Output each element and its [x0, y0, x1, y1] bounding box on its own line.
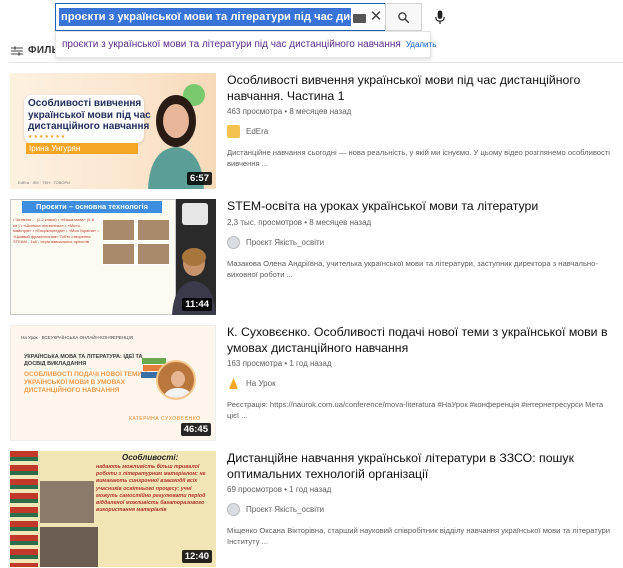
slide-text: надають можливість більш тривалої роботи…: [96, 464, 206, 514]
video-duration: 6:57: [186, 172, 212, 185]
partner-logos: EdEra · ЛМ · ТЕН · ГОВОРИ: [18, 180, 70, 185]
search-suggestion[interactable]: проєкти з української мови та літератури…: [55, 31, 436, 58]
search-icon: [398, 11, 410, 23]
suggestion-text[interactable]: проєкти з української мови та літератури…: [62, 39, 401, 50]
channel-link[interactable]: EdEra: [227, 125, 617, 138]
slide-photo: [102, 243, 135, 265]
classroom-photo: [40, 481, 94, 523]
filter-icon: [11, 46, 23, 55]
thumbnail-title: Особливості вивчення української мови пі…: [28, 98, 151, 132]
channel-link[interactable]: Проєкт Якість_освіти: [227, 235, 617, 249]
slide-heading: Особливості:: [122, 453, 179, 462]
channel-name[interactable]: Проєкт Якість_освіти: [246, 505, 324, 514]
clear-search-icon[interactable]: ✕: [368, 7, 384, 27]
ornament-border: [10, 451, 38, 567]
video-description: Дистанційне навчання сьогодні — нова реа…: [227, 148, 610, 168]
channel-avatar[interactable]: [227, 377, 240, 390]
video-info: Дистанційне навчання української літерат…: [227, 451, 617, 547]
stars-decoration: ★★★★★★★: [28, 134, 67, 140]
video-title[interactable]: К. Суховєєнко. Особливості подачі нової …: [227, 325, 617, 356]
channel-name[interactable]: EdEra: [246, 127, 268, 136]
search-button[interactable]: [385, 3, 422, 31]
channel-avatar[interactable]: [227, 235, 240, 249]
video-duration: 12:40: [181, 550, 212, 563]
video-thumbnail[interactable]: На Урок · ВСЕУКРАЇНСЬКА ОНЛАЙН-КОНФЕРЕНЦ…: [10, 325, 216, 441]
video-title[interactable]: STEM-освіта на уроках української мови т…: [227, 199, 617, 215]
video-thumbnail[interactable]: Проєкти – основна технологія STEAM • Чит…: [10, 199, 216, 315]
video-description: Міщенко Оксана Вікторівна, старший науко…: [227, 526, 611, 546]
keyboard-icon[interactable]: [353, 14, 366, 23]
slide-photo: [137, 219, 170, 241]
slide-text: • Читання ... (1-2 класи) • «Наша мова» …: [13, 217, 99, 244]
video-description: Реєстрація: https://naurok.com.ua/confer…: [227, 400, 604, 420]
video-thumbnail[interactable]: Особливості: надають можливість більш тр…: [10, 451, 216, 567]
video-duration: 11:44: [182, 298, 212, 311]
search-input[interactable]: проєкти з української мови та літератури…: [55, 3, 385, 31]
video-info: К. Суховєєнко. Особливості подачі нової …: [227, 325, 617, 421]
conference-subtitle: УКРАЇНСЬКА МОВА ТА ЛІТЕРАТУРА: ІДЕЇ ТА Д…: [24, 354, 143, 367]
video-description: Мазакова Олена Андріївна, учителька укра…: [227, 258, 598, 279]
suggestion-remove-link[interactable]: Удалить: [406, 40, 437, 49]
channel-name[interactable]: Проєкт Якість_освіти: [246, 238, 324, 247]
microphone-icon: [435, 9, 445, 24]
classroom-photo: [40, 527, 98, 567]
video-title[interactable]: Дистанційне навчання української літерат…: [227, 451, 617, 482]
video-meta: 69 просмотров • 1 год назад: [227, 485, 332, 494]
slide-title: Проєкти – основна технологія STEAM: [22, 201, 162, 223]
channel-avatar[interactable]: [227, 125, 240, 138]
search-query-text: проєкти з української мови та літератури…: [59, 8, 351, 26]
presenter-name: Ірина Унгурян: [26, 143, 138, 154]
speaker-avatar: [156, 360, 196, 400]
slide-photo: [137, 243, 170, 265]
video-title[interactable]: Особливості вивчення української мови пі…: [227, 73, 617, 104]
conference-brand: На Урок · ВСЕУКРАЇНСЬКА ОНЛАЙН-КОНФЕРЕНЦ…: [21, 335, 134, 340]
slide-photo: [102, 219, 135, 241]
school-logo-icon: [182, 203, 208, 225]
video-thumbnail[interactable]: Особливості вивчення української мови пі…: [10, 73, 216, 189]
channel-link[interactable]: На Урок: [227, 377, 617, 390]
video-meta: 2,3 тыс. просмотров • 8 месяцев назад: [227, 217, 372, 227]
slide-photos: [102, 219, 170, 265]
channel-name[interactable]: На Урок: [246, 379, 276, 388]
channel-link[interactable]: Проєкт Якість_освіти: [227, 503, 617, 516]
video-meta: 463 просмотра • 8 месяцев назад: [227, 107, 352, 116]
video-info: STEM-освіта на уроках української мови т…: [227, 199, 617, 280]
divider: [9, 62, 623, 63]
voice-search-button[interactable]: [427, 4, 453, 30]
video-meta: 163 просмотра • 1 год назад: [227, 359, 332, 368]
video-duration: 46:45: [180, 423, 211, 436]
speaker-name: КАТЕРИНА СУХОВЄЄНКО: [129, 416, 201, 422]
channel-avatar[interactable]: [227, 503, 240, 516]
video-info: Особливості вивчення української мови пі…: [227, 73, 617, 169]
